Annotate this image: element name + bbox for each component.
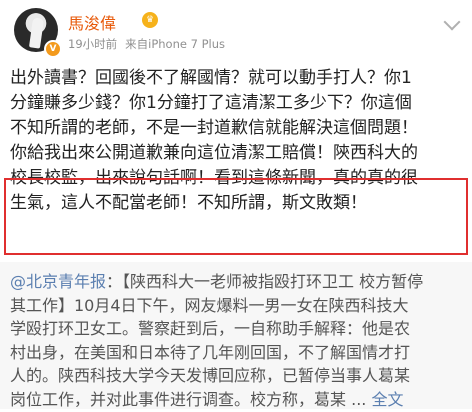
repost-line: 岗位工作，并对此事件进行调查。校方称，葛某 ... 全文 bbox=[10, 388, 462, 412]
post-time: 19小时前 bbox=[68, 37, 118, 51]
chevron-down-icon[interactable] bbox=[443, 13, 461, 31]
repost-line-text: 岗位工作，并对此事件进行调查。校方称，葛某 bbox=[10, 389, 347, 409]
repost-card[interactable]: @北京青年报：【陕西科大一老师被指殴打环卫工 校方暂停 其工作】10月4日下午，… bbox=[0, 262, 472, 409]
post-source: 来自iPhone 7 Plus bbox=[125, 37, 225, 51]
repost-text: @北京青年报：【陕西科大一老师被指殴打环卫工 校方暂停 其工作】10月4日下午，… bbox=[10, 270, 462, 412]
post-header: V 馬浚偉 ♛ 19小时前 来自iPhone 7 Plus bbox=[0, 0, 472, 60]
full-text-link[interactable]: 全文 bbox=[371, 390, 403, 409]
post-line: 生氣，這人不配當老師！不知所謂，斯文敗類！ bbox=[10, 193, 367, 213]
ellipsis: ... bbox=[346, 389, 367, 409]
post-meta: 19小时前 来自iPhone 7 Plus bbox=[68, 36, 225, 52]
avatar-figure bbox=[28, 17, 45, 49]
verified-badge-icon: V bbox=[44, 40, 62, 58]
repost-line: 人的。陕西科技大学今天发博回应称，已暂停当事人葛某 bbox=[10, 366, 411, 386]
post-line: 不知所謂的老師，不是一封道歉信就能解決這個問題！ bbox=[10, 118, 418, 138]
post-line: 校長校監，出來說句話啊！看到這條新聞，真的真的很 bbox=[10, 168, 418, 188]
post-line: 出外讀書？回國後不了解國情？就可以動手打人？你1 bbox=[10, 68, 412, 88]
repost-line-text: ：【陕西科大一老师被指殴打环卫工 校方暂停 bbox=[106, 272, 424, 291]
mention-link[interactable]: @北京青年报 bbox=[10, 272, 106, 291]
post-text: 出外讀書？回國後不了解國情？就可以動手打人？你1 分鐘賺多少錢？你1分鐘打了這清… bbox=[10, 66, 462, 216]
repost-line: 其工作】10月4日下午，网友爆料一男一女在陕西科技大 bbox=[10, 295, 409, 315]
username[interactable]: 馬浚偉 bbox=[68, 10, 116, 34]
repost-line: 学殴打环卫女工。警察赶到后，一自称助手解释：他是农 bbox=[10, 319, 411, 339]
post-line: 你給我出來公開道歉兼向這位清潔工賠償！陝西科大的 bbox=[10, 143, 418, 163]
repost-line: 村出身，在美国和日本待了几年刚回国，不了解国情才打 bbox=[10, 342, 411, 362]
crown-icon: ♛ bbox=[142, 12, 158, 28]
repost-line: @北京青年报：【陕西科大一老师被指殴打环卫工 校方暂停 bbox=[10, 270, 462, 294]
post-line: 分鐘賺多少錢？你1分鐘打了這清潔工多少下？你這個 bbox=[10, 93, 412, 113]
